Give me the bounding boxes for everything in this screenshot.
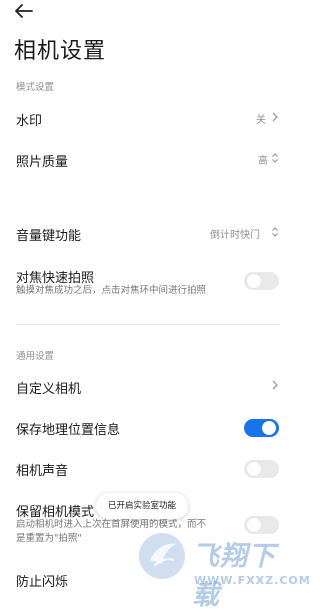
- watermark-logo-icon: [139, 533, 185, 579]
- toggle-knob: [247, 274, 261, 288]
- custom-camera-label: 自定义相机: [16, 382, 82, 397]
- toggle-knob: [247, 462, 261, 476]
- section-header-general: 通用设置: [16, 351, 55, 362]
- watermark-label: 水印: [16, 114, 43, 129]
- keep-mode-subtitle-line2: 是重置为"拍照": [16, 533, 82, 544]
- up-down-arrow-icon: [272, 227, 278, 237]
- chevron-right-icon: [272, 380, 278, 390]
- volume-key-label: 音量键功能: [16, 229, 82, 244]
- back-arrow-icon: [15, 4, 33, 18]
- photo-quality-value: 高: [258, 156, 268, 167]
- watermark-value: 关: [256, 115, 266, 126]
- watermark-title: 飞翔下载: [192, 541, 276, 611]
- save-location-label: 保存地理位置信息: [16, 423, 121, 438]
- divider: [16, 324, 280, 325]
- save-location-toggle[interactable]: [244, 419, 279, 437]
- focus-shoot-toggle[interactable]: [244, 272, 279, 290]
- volume-key-value: 倒计时快门: [210, 230, 260, 241]
- focus-shoot-subtitle: 触摸对焦成功之后，点击对焦环中间进行拍照: [16, 285, 207, 296]
- toggle-knob: [262, 421, 276, 435]
- back-button[interactable]: [10, 0, 38, 24]
- photo-quality-label: 照片质量: [16, 155, 69, 170]
- anti-flicker-label: 防止闪烁: [16, 575, 69, 590]
- camera-sound-label: 相机声音: [16, 464, 69, 479]
- page-title: 相机设置: [14, 39, 107, 64]
- site-watermark: 飞翔下载 WWW.FXXZ.COM: [136, 528, 310, 611]
- toast-message: 已开启实验室功能: [96, 493, 188, 519]
- section-header-mode: 模式设置: [16, 82, 55, 93]
- camera-sound-toggle[interactable]: [244, 460, 279, 478]
- watermark-url: WWW.FXXZ.COM: [194, 574, 311, 587]
- chevron-right-icon: [272, 112, 278, 122]
- up-down-arrow-icon: [272, 153, 278, 163]
